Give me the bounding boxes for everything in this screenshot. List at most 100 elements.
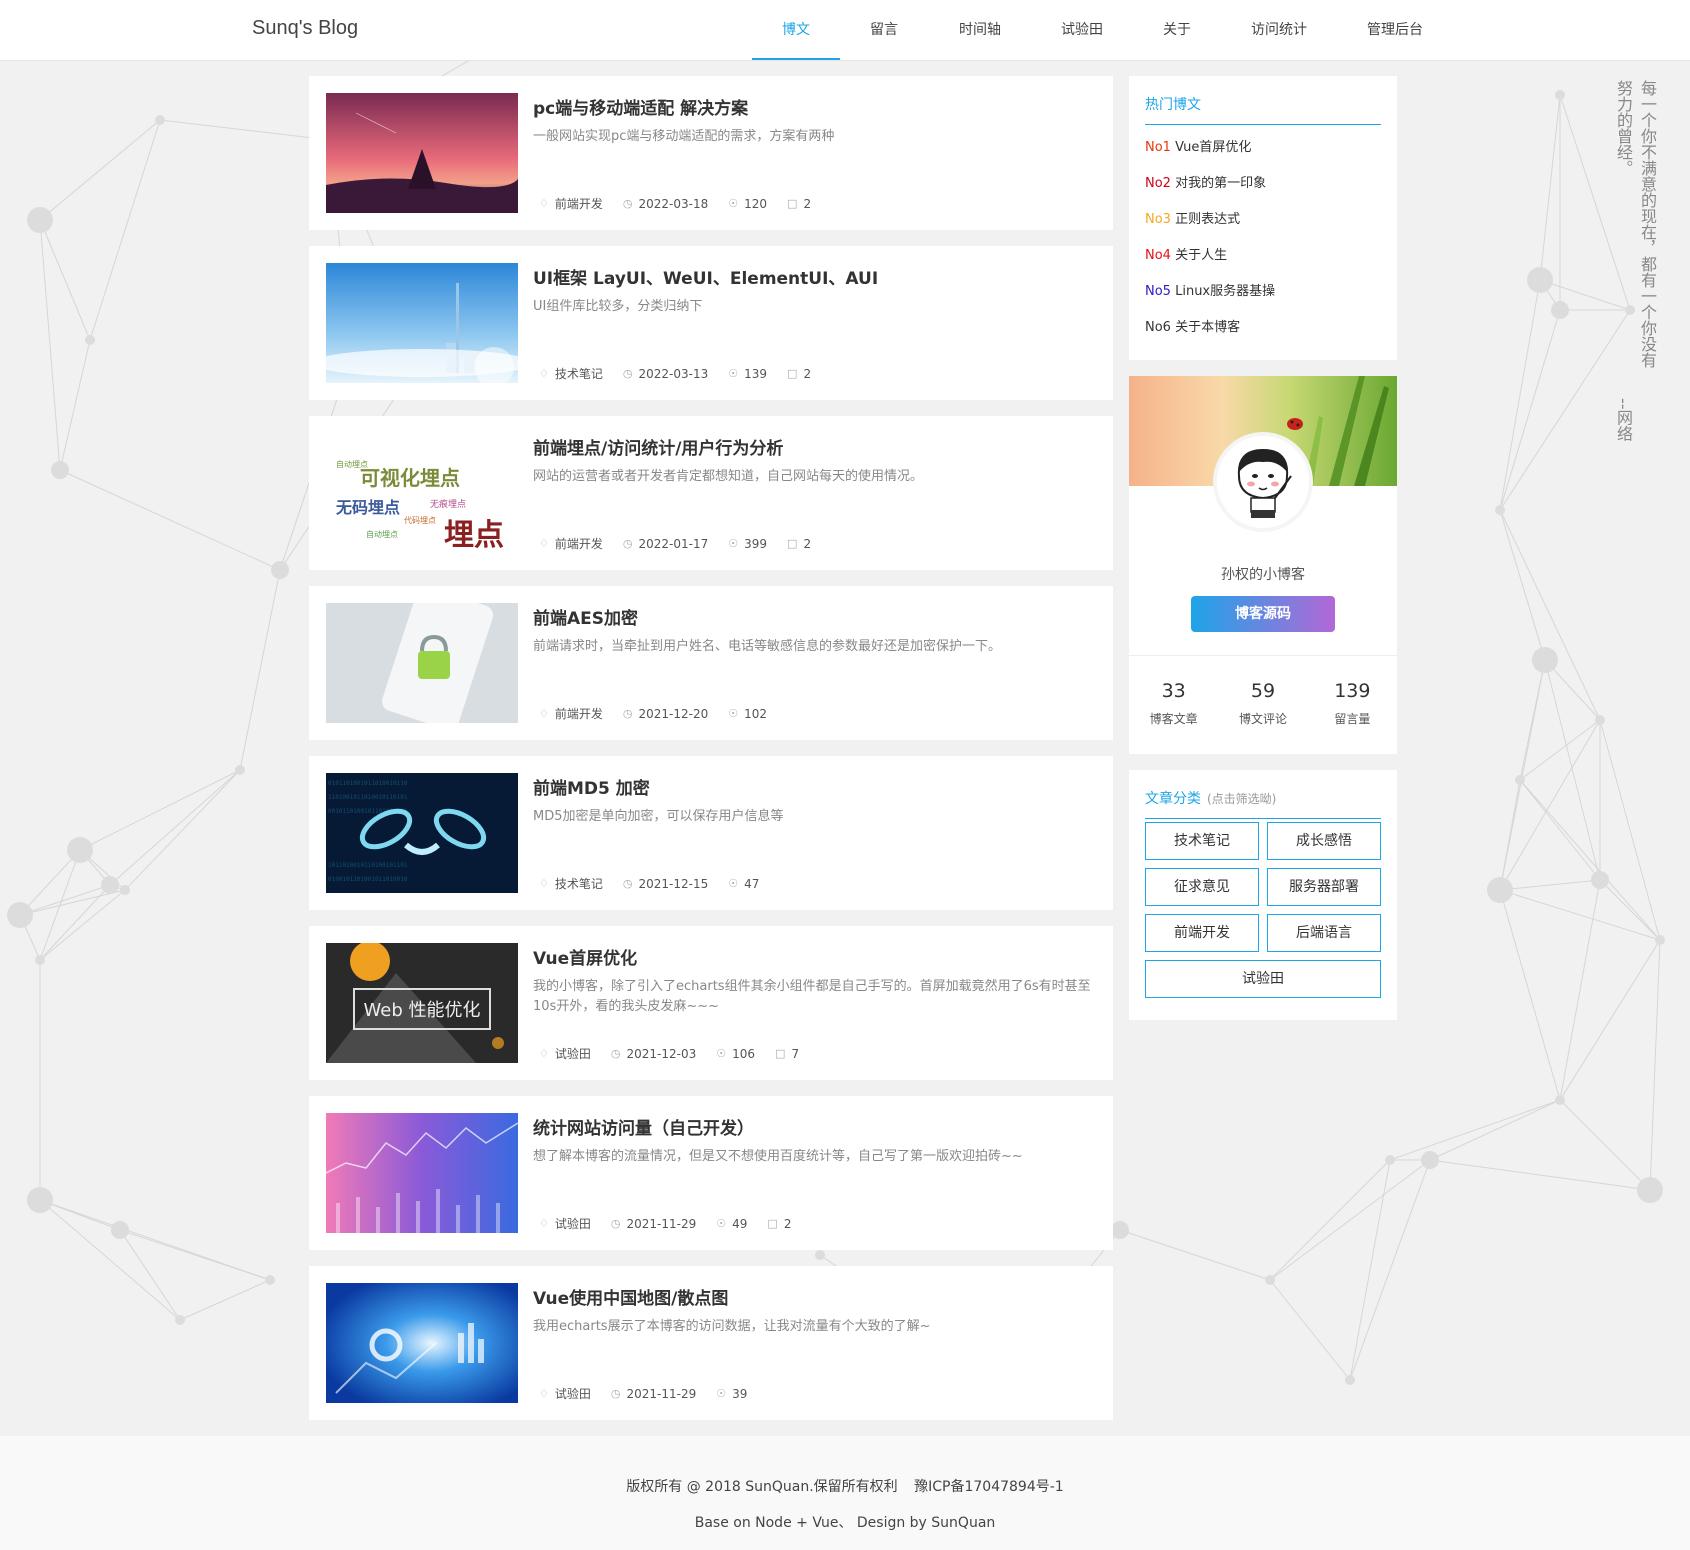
post-title[interactable]: Vue使用中国地图/散点图 xyxy=(533,1284,728,1309)
post-title[interactable]: pc端与移动端适配 解决方案 xyxy=(533,94,748,119)
digital-handshake-image[interactable]: 0101101001011010010110 110100101101001011… xyxy=(326,773,518,893)
post-meta: ♢ 试验田 ◷ 2021-12-03 ☉ 106 □ 7 xyxy=(539,1045,819,1062)
nav-about[interactable]: 关于 xyxy=(1132,0,1222,60)
hot-post-title: 关于人生 xyxy=(1175,248,1228,263)
clock-icon: ◷ xyxy=(622,367,633,380)
post-item[interactable]: UI框架 LayUI、WeUI、ElementUI、AUI UI组件库比较多，分… xyxy=(309,246,1113,400)
post-title[interactable]: 前端埋点/访问统计/用户行为分析 xyxy=(533,434,783,459)
svg-text:无痕埋点: 无痕埋点 xyxy=(430,498,466,510)
post-category[interactable]: ♢ 试验田 xyxy=(539,1045,591,1062)
post-category[interactable]: ♢ 前端开发 xyxy=(539,535,603,552)
eye-icon: ☉ xyxy=(728,367,739,380)
blog-source-button[interactable]: 博客源码 xyxy=(1191,596,1335,632)
svg-text:可视化埋点: 可视化埋点 xyxy=(360,466,460,490)
hot-post-rank: No1 xyxy=(1145,140,1171,155)
svg-text:自动埋点: 自动埋点 xyxy=(336,459,368,469)
site-logo[interactable]: Sunq's Blog xyxy=(252,17,358,40)
post-category[interactable]: ♢ 前端开发 xyxy=(539,705,603,722)
hot-post-item[interactable]: No2 对我的第一印象 xyxy=(1145,172,1275,208)
post-meta: ♢ 前端开发 ◷ 2022-01-17 ☉ 399 □ 2 xyxy=(539,535,831,552)
post-category[interactable]: ♢ 技术笔记 xyxy=(539,875,603,892)
post-views: ☉ 120 xyxy=(728,197,767,211)
post-category-label: 技术笔记 xyxy=(554,367,603,381)
nav-visit-stats[interactable]: 访问统计 xyxy=(1222,0,1336,60)
tag-icon: ♢ xyxy=(539,1047,549,1060)
post-meta: ♢ 技术笔记 ◷ 2022-03-13 ☉ 139 □ 2 xyxy=(539,365,831,382)
nav-lab[interactable]: 试验田 xyxy=(1032,0,1132,60)
nav-blog[interactable]: 博文 xyxy=(752,0,840,60)
post-date-value: 2021-11-29 xyxy=(626,1216,697,1231)
category-tech-notes[interactable]: 技术笔记 xyxy=(1145,822,1259,860)
eye-icon: ☉ xyxy=(728,537,739,550)
categories-panel: 文章分类 (点击筛选呦) 技术笔记 成长感悟 征求意见 服务器部署 前端开发 后端… xyxy=(1129,770,1397,1020)
tag-icon: ♢ xyxy=(539,367,549,380)
post-title[interactable]: 统计网站访问量（自己开发） xyxy=(533,1114,754,1139)
category-server-deploy[interactable]: 服务器部署 xyxy=(1267,868,1381,906)
post-views: ☉ 49 xyxy=(716,1217,747,1231)
hot-post-item[interactable]: No3 正则表达式 xyxy=(1145,208,1275,244)
post-title[interactable]: 前端AES加密 xyxy=(533,604,638,629)
post-item[interactable]: 统计网站访问量（自己开发） 想了解本博客的流量情况，但是又不想使用百度统计等，自… xyxy=(309,1096,1113,1250)
post-description: UI组件库比较多，分类归纳下 xyxy=(533,299,703,314)
category-feedback[interactable]: 征求意见 xyxy=(1145,868,1259,906)
stock-chart-image[interactable] xyxy=(326,1113,518,1233)
nav-timeline[interactable]: 时间轴 xyxy=(928,0,1032,60)
nav-admin[interactable]: 管理后台 xyxy=(1336,0,1454,60)
avatar[interactable] xyxy=(1213,432,1313,532)
category-lab[interactable]: 试验田 xyxy=(1145,960,1381,998)
word-cloud-image[interactable]: 可视化埋点 无码埋点 埋点 自动埋点 无痕埋点 代码埋点 自动埋点 xyxy=(326,433,518,553)
post-title[interactable]: Vue首屏优化 xyxy=(533,944,637,969)
tag-icon: ♢ xyxy=(539,1387,549,1400)
post-title[interactable]: UI框架 LayUI、WeUI、ElementUI、AUI xyxy=(533,264,878,289)
post-description: 网站的运营者或者开发者肯定都想知道，自己网站每天的使用情况。 xyxy=(533,469,924,484)
post-item[interactable]: 前端AES加密 前端请求时，当牵扯到用户姓名、电话等敏感信息的参数最好还是加密保… xyxy=(309,586,1113,740)
comment-icon: □ xyxy=(767,1217,778,1230)
clock-icon: ◷ xyxy=(610,1387,621,1400)
blue-sky-city-image[interactable] xyxy=(326,263,518,383)
hot-post-item[interactable]: No5 Linux服务器基操 xyxy=(1145,280,1275,316)
svg-text:自动埋点: 自动埋点 xyxy=(366,529,398,539)
post-date: ◷ 2022-03-13 xyxy=(623,367,708,381)
post-item[interactable]: pc端与移动端适配 解决方案 一般网站实现pc端与移动端适配的需求，方案有两种 … xyxy=(309,76,1113,230)
post-item[interactable]: Web 性能优化 Vue首屏优化 我的小博客，除了引入了echarts组件其余小… xyxy=(309,926,1113,1080)
comment-icon: □ xyxy=(787,197,798,210)
category-backend[interactable]: 后端语言 xyxy=(1267,914,1381,952)
post-item[interactable]: 可视化埋点 无码埋点 埋点 自动埋点 无痕埋点 代码埋点 自动埋点 前端埋点/访… xyxy=(309,416,1113,570)
stat-articles-count: 33 xyxy=(1161,680,1186,702)
post-comments-count: 2 xyxy=(783,1216,792,1231)
hot-post-item[interactable]: No4 关于人生 xyxy=(1145,244,1275,280)
nav-messages[interactable]: 留言 xyxy=(840,0,928,60)
web-performance-image[interactable]: Web 性能优化 xyxy=(326,943,518,1063)
category-growth[interactable]: 成长感悟 xyxy=(1267,822,1381,860)
post-category-label: 试验田 xyxy=(554,1387,591,1401)
post-item[interactable]: Vue使用中国地图/散点图 我用echarts展示了本博客的访问数据，让我对流量… xyxy=(309,1266,1113,1420)
post-item[interactable]: 0101101001011010010110 110100101101001011… xyxy=(309,756,1113,910)
post-category[interactable]: ♢ 技术笔记 xyxy=(539,365,603,382)
hot-post-item[interactable]: No1 Vue首屏优化 xyxy=(1145,136,1275,172)
hot-posts-list: No1 Vue首屏优化 No2 对我的第一印象 No3 正则表达式 No4 关于人生 N… xyxy=(1145,136,1275,352)
post-category-label: 试验田 xyxy=(554,1217,591,1231)
tag-icon: ♢ xyxy=(539,197,549,210)
categories-title: 文章分类 (点击筛选呦) xyxy=(1145,788,1381,819)
profile-name: 孙权的小博客 xyxy=(1221,567,1305,583)
phone-padlock-image[interactable] xyxy=(326,603,518,723)
post-title[interactable]: 前端MD5 加密 xyxy=(533,774,650,799)
footer-icp[interactable]: 豫ICP备17047894号-1 xyxy=(914,1479,1064,1495)
post-category[interactable]: ♢ 前端开发 xyxy=(539,195,603,212)
footer-copyright-line: 版权所有 @ 2018 SunQuan.保留所有权利 豫ICP备17047894… xyxy=(0,1476,1690,1496)
post-category-label: 技术笔记 xyxy=(554,877,603,891)
svg-text:0101101001011010010110: 0101101001011010010110 xyxy=(328,780,408,787)
sunset-pyramid-image[interactable] xyxy=(326,93,518,213)
main-nav: 博文 留言 时间轴 试验田 关于 访问统计 管理后台 xyxy=(752,0,1454,60)
data-globe-image[interactable] xyxy=(326,1283,518,1403)
post-category[interactable]: ♢ 试验田 xyxy=(539,1385,591,1402)
hot-post-rank: No2 xyxy=(1145,176,1171,191)
post-category[interactable]: ♢ 试验田 xyxy=(539,1215,591,1232)
post-date: ◷ 2021-11-29 xyxy=(611,1387,696,1401)
category-frontend[interactable]: 前端开发 xyxy=(1145,914,1259,952)
post-views-count: 102 xyxy=(744,706,768,721)
post-description: 我的小博客，除了引入了echarts组件其余小组件都是自己手写的。首屏加载竟然用… xyxy=(533,979,1091,1014)
hot-post-item[interactable]: No6 关于本博客 xyxy=(1145,316,1275,352)
post-date-value: 2021-12-15 xyxy=(638,876,709,891)
hot-post-title: 关于本博客 xyxy=(1175,320,1241,335)
